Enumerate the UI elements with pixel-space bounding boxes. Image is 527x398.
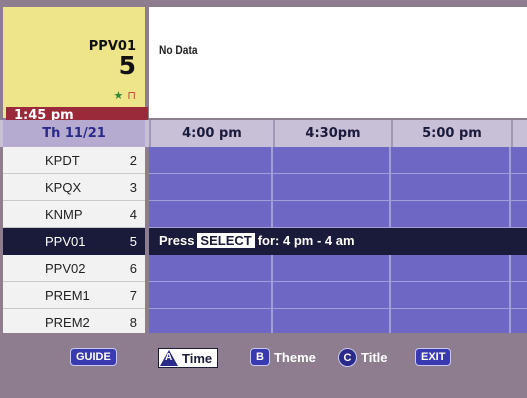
select-prompt: Press SELECT for: 4 pm - 4 am [159, 233, 355, 248]
channel-name: PREM2 [45, 315, 90, 330]
channel-number: 5 [129, 234, 137, 249]
time-header: Th 11/21 4:00 pm 4:30pm 5:00 pm [0, 120, 527, 147]
channel-number: 4 [129, 207, 137, 222]
time-slot: 4:00 pm [149, 120, 273, 147]
program-grid-row-selected[interactable]: Press SELECT for: 4 pm - 4 am [149, 228, 527, 255]
grid-divider [389, 201, 391, 227]
select-key-label: SELECT [197, 233, 255, 248]
program-description-box: No Data [149, 7, 527, 118]
b-key-icon: B [250, 348, 270, 366]
channel-number: 8 [129, 315, 137, 330]
grid-divider [509, 282, 511, 308]
grid-divider [271, 147, 273, 173]
c-key-icon: C [338, 348, 357, 367]
grid-divider [271, 282, 273, 308]
time-button[interactable]: A Time [158, 348, 219, 368]
channel-row-selected[interactable]: PPV01 5 [3, 228, 145, 255]
star-icon: ★ [113, 89, 124, 102]
program-grid-row[interactable] [149, 255, 527, 282]
program-grid-row[interactable] [149, 147, 527, 174]
grid-divider [389, 282, 391, 308]
triangle-a-icon: A [160, 350, 178, 366]
grid-divider [509, 309, 511, 335]
grid-divider [509, 147, 511, 173]
exit-button[interactable]: EXIT [415, 348, 452, 366]
tv-guide-screen: PPV01 5 ★ ⊓ 1:45 pm No Data Th 11/21 4:0… [0, 0, 527, 398]
channel-row[interactable]: KPQX 3 [3, 174, 145, 201]
program-description: No Data [159, 43, 198, 57]
channel-name: PPV01 [45, 234, 86, 249]
grid-divider [271, 309, 273, 335]
channel-info-box: PPV01 5 ★ ⊓ 1:45 pm [3, 7, 148, 125]
channel-name: KPQX [45, 180, 82, 195]
remote-controls-bar: GUIDE A Time B Theme C Title EXIT [0, 333, 527, 398]
program-grid-row[interactable] [149, 309, 527, 336]
grid-divider [389, 147, 391, 173]
channel-name: PPV02 [45, 261, 86, 276]
select-prompt-press: Press [159, 233, 195, 248]
time-label: Time [182, 350, 213, 366]
channel-name: KPDT [45, 153, 80, 168]
guide-key: GUIDE [70, 348, 117, 366]
channel-row[interactable]: PREM2 8 [3, 309, 145, 336]
program-grid-row[interactable] [149, 201, 527, 228]
grid-divider [509, 255, 511, 281]
guide-date: Th 11/21 [3, 120, 145, 147]
theme-button[interactable]: B Theme [250, 348, 316, 366]
grid-divider [271, 201, 273, 227]
lock-icon: ⊓ [127, 89, 136, 102]
channel-number: 3 [129, 180, 137, 195]
time-slot: 5:00 pm [391, 120, 511, 147]
title-button[interactable]: C Title [338, 348, 388, 367]
grid-divider [271, 255, 273, 281]
channel-row[interactable]: KPDT 2 [3, 147, 145, 174]
select-prompt-suffix: for: 4 pm - 4 am [257, 233, 355, 248]
channel-status-icons: ★ ⊓ [114, 89, 136, 102]
time-slot-divider [511, 120, 527, 147]
exit-key: EXIT [415, 348, 452, 366]
grid-divider [509, 174, 511, 200]
time-slot: 4:30pm [273, 120, 391, 147]
channel-name: PREM1 [45, 288, 90, 303]
grid-divider [389, 309, 391, 335]
channel-number: 2 [129, 153, 137, 168]
grid-divider [271, 174, 273, 200]
channel-number: 6 [129, 261, 137, 276]
channel-row[interactable]: PPV02 6 [3, 255, 145, 282]
grid-divider [509, 201, 511, 227]
guide-button[interactable]: GUIDE [70, 348, 117, 366]
channel-number: 7 [129, 288, 137, 303]
program-grid-row[interactable] [149, 282, 527, 309]
grid-divider [389, 174, 391, 200]
channel-row[interactable]: KNMP 4 [3, 201, 145, 228]
channel-number: 5 [118, 51, 136, 80]
title-label: Title [361, 350, 388, 365]
program-grid-row[interactable] [149, 174, 527, 201]
theme-label: Theme [273, 349, 316, 365]
channel-name: KNMP [45, 207, 83, 222]
grid-divider [389, 255, 391, 281]
time-option: A Time [158, 348, 219, 368]
channel-row[interactable]: PREM1 7 [3, 282, 145, 309]
